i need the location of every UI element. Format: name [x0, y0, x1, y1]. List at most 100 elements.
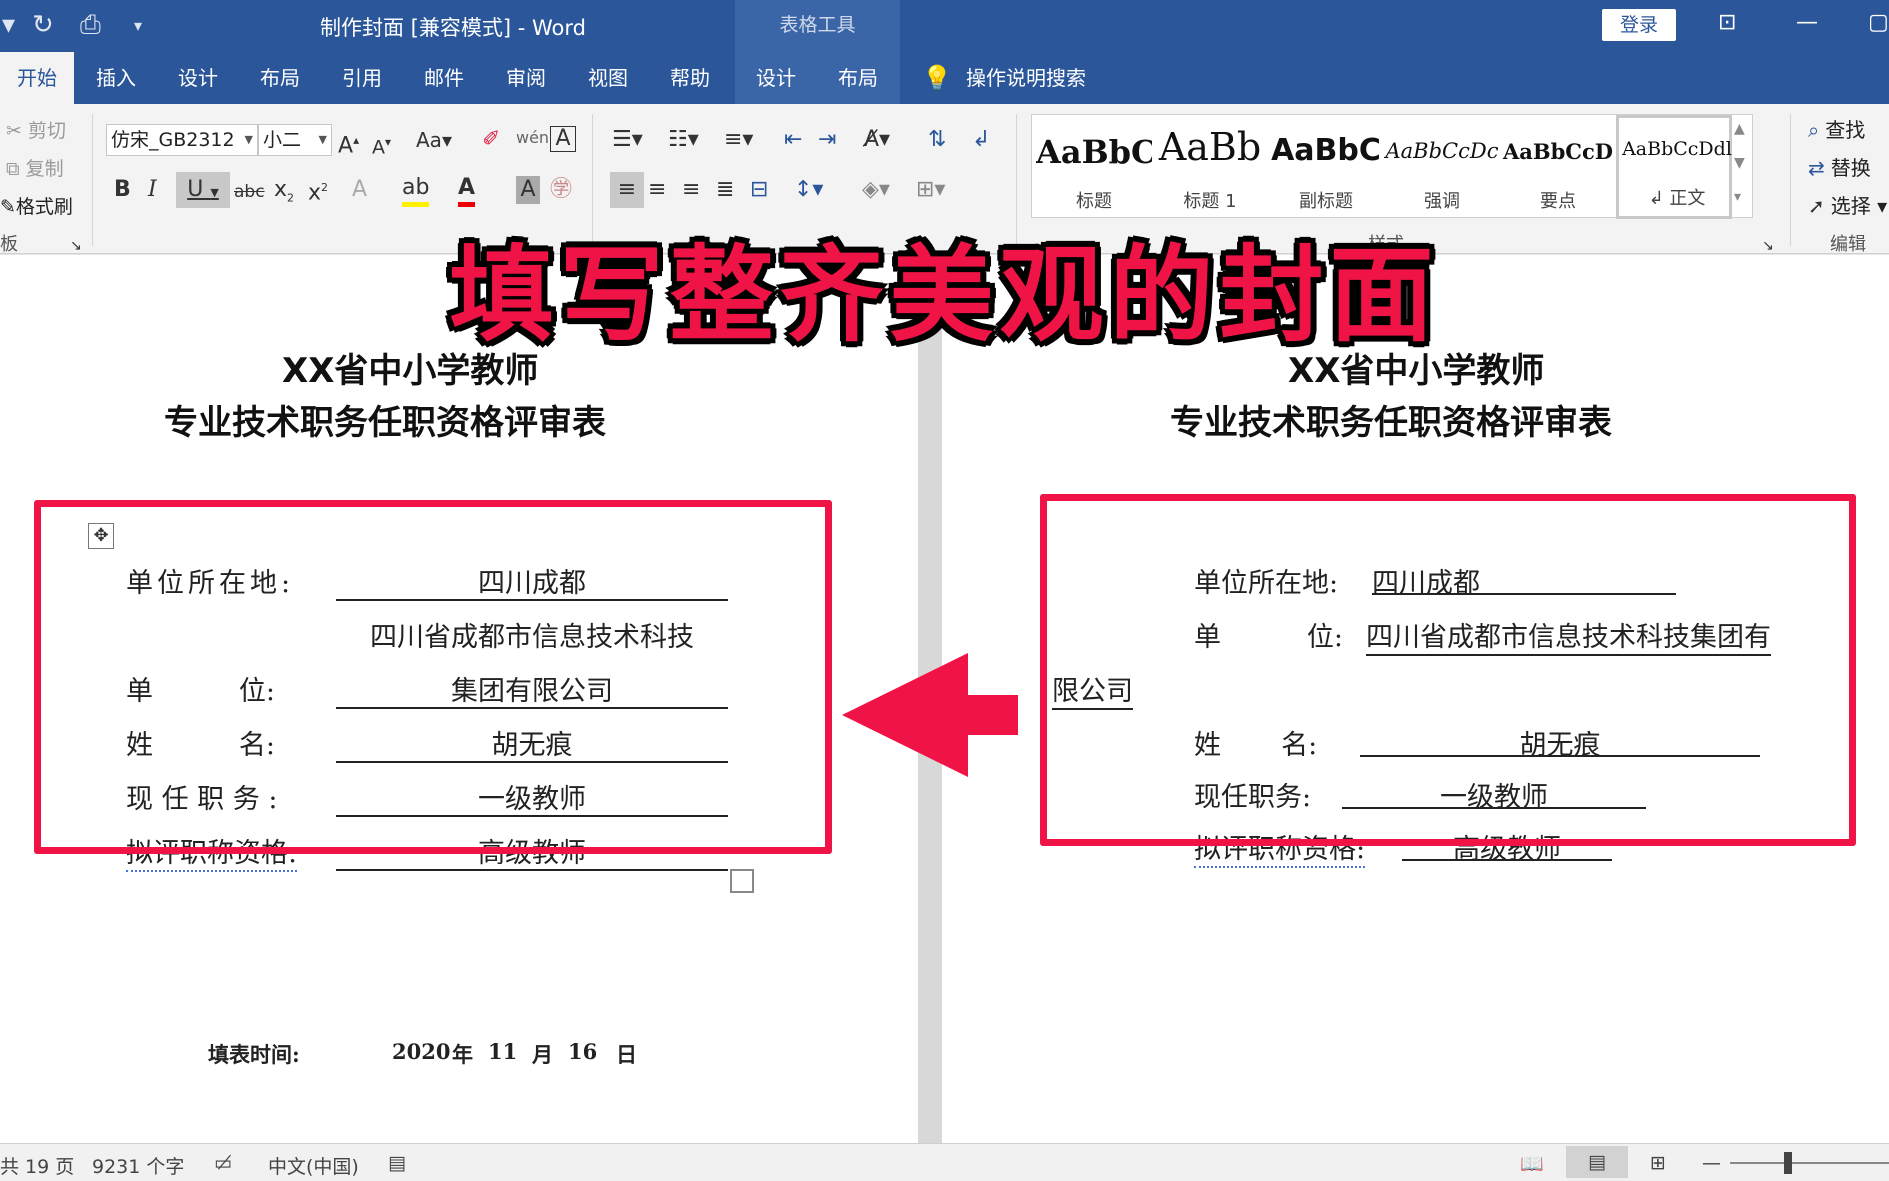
- tab-view[interactable]: 视图: [588, 52, 628, 104]
- replace-button[interactable]: ⇄ 替换: [1808, 152, 1871, 181]
- search-icon: ⌕: [1808, 118, 1820, 142]
- numbering-icon[interactable]: ☷▾: [668, 126, 699, 154]
- tab-design[interactable]: 设计: [178, 52, 218, 104]
- underline: [1402, 859, 1612, 861]
- page-left[interactable]: XX省中小学教师 专业技术职务任职资格评审表 ✥ 单位所在地: 四川成都 四川省…: [0, 255, 918, 1143]
- word-count[interactable]: 9231 个字: [92, 1152, 184, 1179]
- tab-references[interactable]: 引用: [342, 52, 382, 104]
- qa-dropdown-icon[interactable]: ▾: [2, 10, 15, 40]
- text-effects-icon[interactable]: A: [352, 176, 367, 204]
- subscript-icon[interactable]: x2: [274, 176, 294, 212]
- window-title: 制作封面 [兼容模式] - Word: [320, 16, 586, 40]
- redo-icon[interactable]: ↻: [32, 10, 54, 40]
- align-center-icon[interactable]: ≡: [648, 176, 666, 204]
- italic-icon[interactable]: I: [148, 176, 157, 204]
- multilevel-list-icon[interactable]: ≡▾: [724, 126, 753, 154]
- minimize-icon[interactable]: —: [1796, 10, 1818, 35]
- style-normal[interactable]: AaBbCcDdl ↲ 正文: [1616, 115, 1732, 219]
- style-emphasis[interactable]: AaBbCcDc 强调: [1384, 115, 1500, 219]
- enclose-char-icon[interactable]: ㊫: [550, 176, 572, 204]
- superscript-icon[interactable]: x2: [308, 174, 328, 207]
- clear-format-icon[interactable]: ✐: [482, 126, 500, 154]
- underline-icon[interactable]: U ▼: [176, 172, 230, 208]
- tab-home[interactable]: 开始: [0, 52, 74, 104]
- web-layout-icon[interactable]: ⊞: [1650, 1152, 1666, 1174]
- page-right[interactable]: XX省中小学教师 专业技术职务任职资格评审表 单位所在地: 四川成都 单 位: …: [942, 255, 1889, 1143]
- line-spacing-icon[interactable]: ↕▾: [794, 176, 823, 204]
- char-border-icon[interactable]: A: [550, 126, 576, 152]
- find-button[interactable]: ⌕ 查找: [1808, 114, 1865, 143]
- arrow-left-icon: [842, 653, 1018, 777]
- distribute-icon[interactable]: ⊟: [750, 176, 768, 204]
- cut-button[interactable]: ✂ 剪切: [6, 116, 66, 143]
- gallery-up-icon[interactable]: ▲: [1734, 115, 1745, 143]
- ribbon-display-icon[interactable]: ⊡: [1718, 10, 1736, 35]
- document-area: XX省中小学教师 专业技术职务任职资格评审表 ✥ 单位所在地: 四川成都 四川省…: [0, 255, 1889, 1143]
- phonetic-guide-icon[interactable]: wén: [516, 124, 549, 152]
- font-color-icon[interactable]: A: [458, 174, 476, 207]
- zoom-slider-track[interactable]: [1730, 1162, 1889, 1164]
- scissors-icon: ✂: [6, 120, 22, 142]
- date-day-unit: 日: [616, 1042, 637, 1067]
- style-subtitle[interactable]: AaBbC 副标题: [1268, 115, 1384, 219]
- maximize-icon[interactable]: ▢: [1868, 10, 1889, 35]
- tab-insert[interactable]: 插入: [96, 52, 136, 104]
- bold-icon[interactable]: B: [114, 176, 131, 204]
- change-case-icon[interactable]: Aa▾: [416, 126, 452, 154]
- shrink-font-icon[interactable]: A▾: [372, 128, 391, 161]
- strikethrough-icon[interactable]: abc: [234, 178, 265, 206]
- customize-qa-icon[interactable]: ▾: [134, 16, 142, 35]
- gallery-down-icon[interactable]: ▼: [1734, 149, 1745, 177]
- show-marks-icon[interactable]: ↲: [972, 126, 990, 154]
- date-year[interactable]: 2020: [392, 1039, 450, 1064]
- tab-layout[interactable]: 布局: [260, 52, 300, 104]
- align-right-icon[interactable]: ≡: [682, 176, 700, 204]
- zoom-slider-thumb[interactable]: [1784, 1152, 1792, 1174]
- print-layout-icon[interactable]: ▤: [1566, 1146, 1628, 1178]
- macro-icon[interactable]: ▤: [388, 1152, 406, 1174]
- grow-font-icon[interactable]: A▴: [338, 126, 359, 160]
- date-day[interactable]: 16: [568, 1039, 597, 1064]
- login-button[interactable]: 登录: [1602, 9, 1676, 41]
- increase-indent-icon[interactable]: ⇥: [818, 126, 836, 154]
- copy-button[interactable]: ⧉ 复制: [6, 154, 64, 181]
- quick-print-icon[interactable]: ⎙: [80, 10, 101, 41]
- borders-icon[interactable]: ⊞▾: [916, 176, 945, 204]
- justify-icon[interactable]: ≣: [716, 176, 734, 204]
- tab-table-layout[interactable]: 布局: [838, 52, 878, 104]
- tab-review[interactable]: 审阅: [506, 52, 546, 104]
- bullets-icon[interactable]: ☰▾: [612, 126, 643, 154]
- tab-mailings[interactable]: 邮件: [424, 52, 464, 104]
- tab-table-design[interactable]: 设计: [756, 52, 796, 104]
- table-resize-handle[interactable]: [730, 869, 754, 893]
- highlight-icon[interactable]: ab: [402, 174, 430, 207]
- zoom-out-icon[interactable]: —: [1702, 1152, 1721, 1174]
- ribbon-tabs: 开始 插入 设计 布局 引用 邮件 审阅 视图 帮助 设计 布局 💡 操作说明搜…: [0, 52, 1889, 104]
- date-year-unit: 年: [452, 1042, 473, 1067]
- style-title[interactable]: AaBbC 标题: [1036, 115, 1152, 219]
- proofing-icon[interactable]: ▭̸: [214, 1152, 232, 1174]
- char-shading-icon[interactable]: A: [516, 176, 540, 204]
- chevron-down-icon: ▼: [244, 133, 253, 146]
- fill-date-label: 填表时间:: [208, 1042, 300, 1067]
- style-strong[interactable]: AaBbCcD 要点: [1500, 115, 1616, 219]
- align-left-icon[interactable]: ≡: [610, 172, 644, 208]
- decrease-indent-icon[interactable]: ⇤: [784, 126, 802, 154]
- shading-icon[interactable]: ◈▾: [862, 176, 890, 204]
- status-bar: 共 19 页 9231 个字 ▭̸ 中文(中国) ▤ 📖 ▤ ⊞ —: [0, 1143, 1889, 1181]
- left-heading-2: 专业技术职务任职资格评审表: [164, 403, 606, 443]
- sort-icon[interactable]: ⇅: [928, 126, 946, 154]
- font-name-select[interactable]: 仿宋_GB2312 ▼: [106, 124, 258, 156]
- lightbulb-icon: 💡: [922, 64, 952, 92]
- language[interactable]: 中文(中国): [268, 1152, 359, 1179]
- read-mode-icon[interactable]: 📖: [1520, 1152, 1544, 1175]
- date-month[interactable]: 11: [488, 1039, 517, 1064]
- style-heading1[interactable]: AaBb 标题 1: [1152, 115, 1268, 219]
- page-count[interactable]: 共 19 页: [0, 1152, 74, 1179]
- text-direction-icon[interactable]: A̸▾: [864, 126, 890, 154]
- underline: [336, 869, 728, 871]
- gallery-more-icon[interactable]: ▾: [1734, 183, 1741, 211]
- title-bar: ▾ ↻ ⎙ ▾ 制作封面 [兼容模式] - Word 表格工具 登录 ⊡ — ▢: [0, 0, 1889, 52]
- font-size-select[interactable]: 小二 ▼: [258, 124, 332, 156]
- tab-help[interactable]: 帮助: [670, 52, 710, 104]
